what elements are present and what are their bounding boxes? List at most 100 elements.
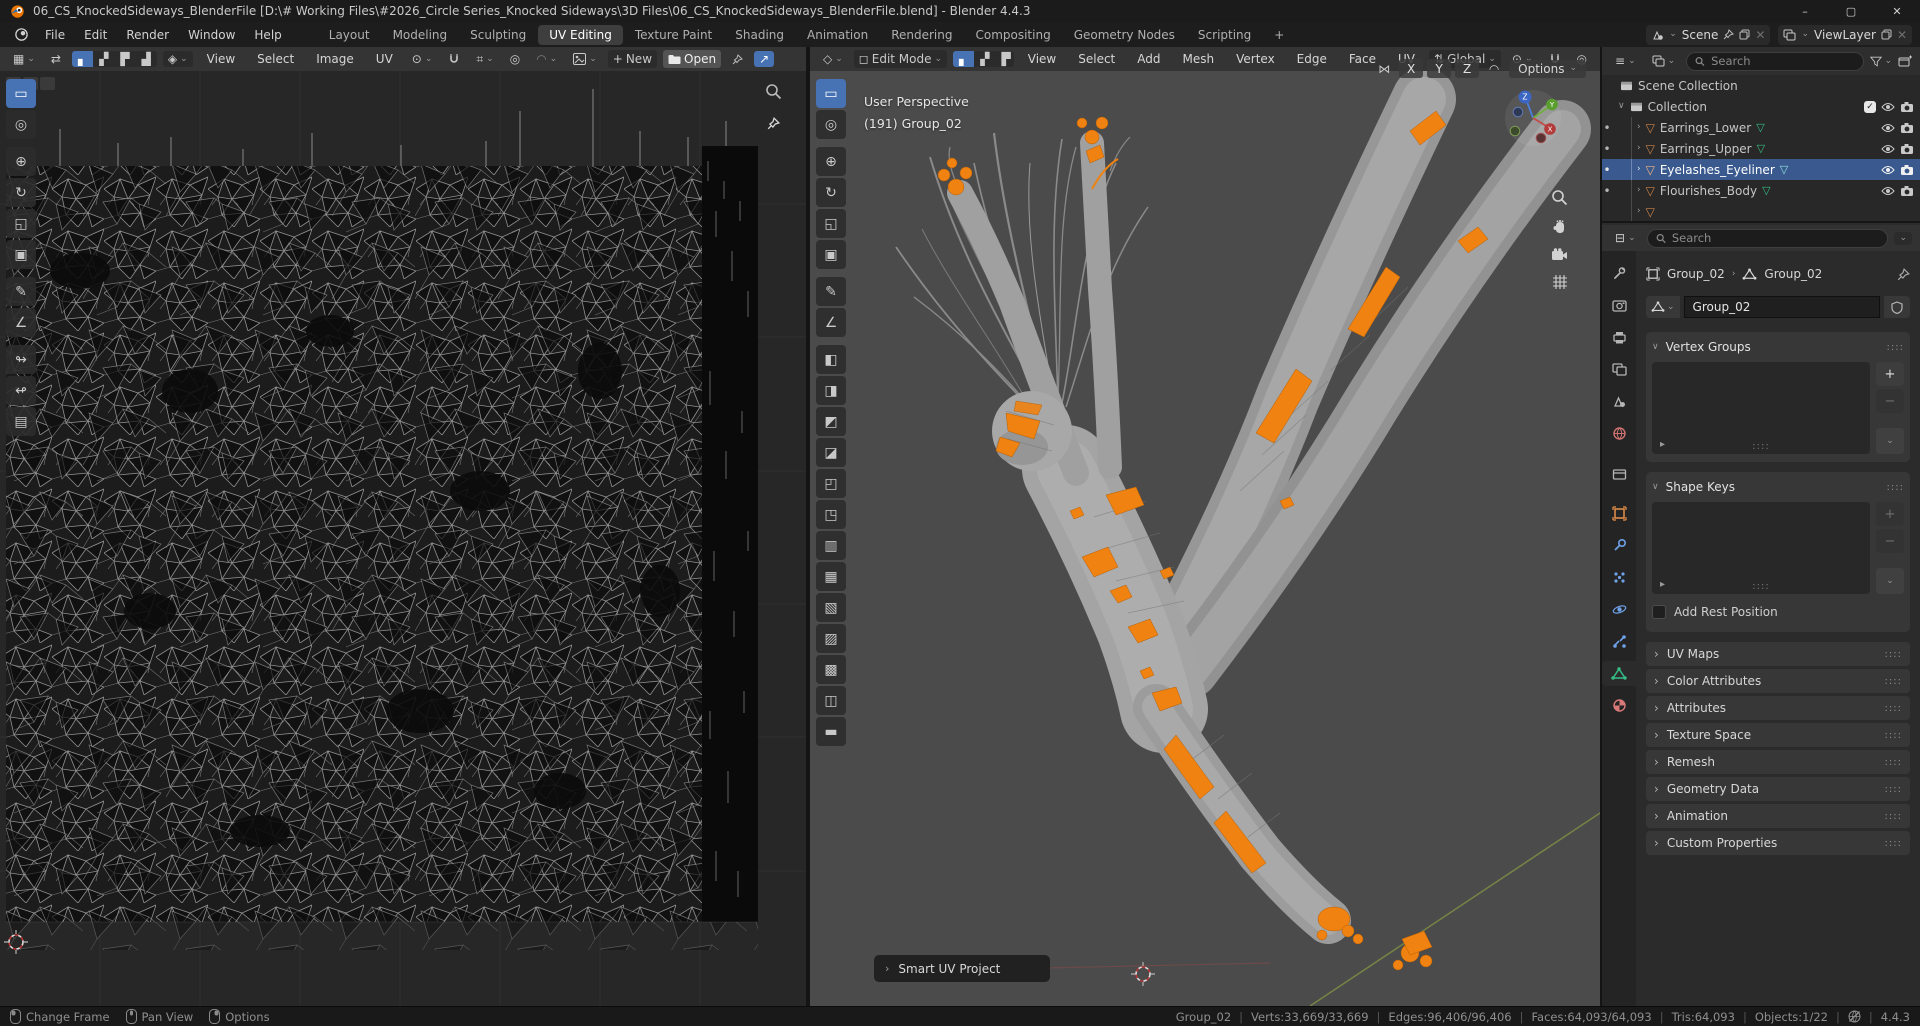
tab-uv-editing[interactable]: UV Editing (538, 24, 623, 45)
uv-tool-measure[interactable]: ∠ (6, 308, 36, 337)
drag-grip[interactable]: :::: (1885, 676, 1902, 687)
tool-smooth[interactable]: ▦ (816, 562, 846, 591)
camera-view-icon[interactable] (1551, 248, 1568, 261)
tab-object-data[interactable] (1602, 661, 1636, 686)
tab-modeling[interactable]: Modeling (382, 25, 459, 45)
tab-view-layer[interactable] (1602, 357, 1636, 382)
uv-tool-scale[interactable]: ◱ (6, 209, 36, 238)
remove-shape-key-button[interactable]: − (1876, 529, 1904, 553)
add-workspace-button[interactable]: + (1263, 25, 1295, 45)
tool-measure[interactable]: ∠ (816, 308, 846, 337)
outliner-search[interactable] (1686, 51, 1865, 71)
uv-menu-select[interactable]: Select (249, 50, 302, 68)
properties-search[interactable] (1646, 228, 1889, 248)
hide-eye-icon[interactable] (1881, 102, 1895, 112)
properties-options-button[interactable]: ⌄ (1894, 231, 1912, 245)
vp-menu-vertex[interactable]: Vertex (1228, 50, 1283, 68)
shape-keys-list[interactable]: ▸ :::: (1652, 502, 1870, 594)
menu-file[interactable]: File (36, 25, 74, 45)
drag-grip[interactable]: :::: (1885, 649, 1902, 660)
tab-render[interactable] (1602, 293, 1636, 318)
add-vertex-group-button[interactable]: + (1876, 362, 1904, 386)
viewport-canvas[interactable] (810, 71, 1600, 1006)
section-attributes[interactable]: › Attributes :::: (1646, 696, 1910, 720)
open-image-button[interactable]: Open (663, 50, 722, 68)
pin-icon[interactable] (1723, 29, 1735, 40)
section-color-attributes[interactable]: › Color Attributes :::: (1646, 669, 1910, 693)
drag-grip[interactable]: :::: (1887, 482, 1904, 493)
mesh-datablock-button[interactable]: ⌄ (1646, 296, 1680, 318)
tab-tool[interactable] (1602, 261, 1636, 286)
uv-tool-transform[interactable]: ▣ (6, 240, 36, 269)
disable-render-camera-icon[interactable] (1900, 164, 1914, 175)
editor-type-button[interactable]: ◇ ⌄ (818, 51, 848, 67)
mirror-x-button[interactable]: X (1399, 59, 1424, 78)
zoom-icon[interactable] (765, 83, 782, 103)
tab-constraints[interactable] (1602, 629, 1636, 654)
uv-tool-move[interactable]: ⊕ (6, 147, 36, 176)
display-mode-button[interactable]: ⌄ (1647, 53, 1681, 69)
list-expand-icon[interactable]: ▸ (1660, 579, 1665, 590)
uv-tool-annotate[interactable]: ✎ (6, 277, 36, 306)
uv-tool-rotate[interactable]: ↻ (6, 178, 36, 207)
tool-annotate[interactable]: ✎ (816, 277, 846, 306)
tab-texture-paint[interactable]: Texture Paint (624, 25, 723, 45)
tab-modifiers[interactable] (1602, 533, 1636, 558)
tool-extrude[interactable]: ◧ (816, 345, 846, 374)
snap-settings-button[interactable]: ⌗ ⌄ (471, 51, 498, 67)
shape-keys-header[interactable]: ∨ Shape Keys :::: (1652, 476, 1904, 498)
uv-island-select-button[interactable]: ▟ (136, 51, 157, 67)
menu-edit[interactable]: Edit (75, 25, 116, 45)
tool-shrink-fatten[interactable]: ▨ (816, 624, 846, 653)
hide-eye-icon[interactable] (1881, 165, 1895, 175)
list-resize-grip[interactable]: :::: (1752, 441, 1769, 452)
vp-menu-edge[interactable]: Edge (1289, 50, 1335, 68)
uv-vertex-select-button[interactable]: ▖ (71, 51, 94, 67)
editor-type-button[interactable]: ▦ ⌄ (8, 51, 40, 67)
vertex-group-specials-button[interactable]: ⌄ (1876, 428, 1904, 454)
uv-face-select-button[interactable]: ▛ (114, 51, 135, 67)
hide-eye-icon[interactable] (1881, 186, 1895, 196)
uv-menu-image[interactable]: Image (308, 50, 362, 68)
pivot-point-button[interactable]: ⊙ ⌄ (407, 51, 438, 67)
uv-menu-uv[interactable]: UV (368, 50, 401, 68)
tool-scale[interactable]: ◱ (816, 209, 846, 238)
expand-icon[interactable]: › (1637, 207, 1641, 216)
add-shape-key-button[interactable]: + (1876, 502, 1904, 526)
add-rest-position-checkbox[interactable] (1652, 605, 1666, 619)
section-animation[interactable]: › Animation :::: (1646, 804, 1910, 828)
drag-grip[interactable]: :::: (1885, 703, 1902, 714)
tab-geometry-nodes[interactable]: Geometry Nodes (1063, 25, 1186, 45)
uv-tool-grab[interactable]: ↬ (6, 345, 36, 374)
zoom-icon[interactable] (1551, 189, 1568, 206)
edge-select-mode-button[interactable]: ▞ (974, 51, 995, 67)
expand-icon[interactable]: › (1637, 144, 1641, 153)
uv-sync-toggle[interactable]: ⇄ (46, 51, 66, 67)
tool-cursor[interactable]: ◎ (816, 110, 846, 139)
drag-grip[interactable]: :::: (1885, 757, 1902, 768)
tab-world[interactable] (1602, 421, 1636, 446)
vertex-groups-header[interactable]: ∨ Vertex Groups :::: (1652, 336, 1904, 358)
uv-canvas[interactable] (0, 71, 806, 1006)
mirror-icon[interactable]: ⋈ (1373, 59, 1395, 78)
falloff-button[interactable]: ◠ ⌄ (531, 51, 562, 67)
pin-icon[interactable] (767, 116, 781, 133)
editor-type-button[interactable]: ≡ ⌄ (1610, 53, 1641, 69)
section-geometry-data[interactable]: › Geometry Data :::: (1646, 777, 1910, 801)
tool-move[interactable]: ⊕ (816, 147, 846, 176)
navigation-gizmo[interactable]: Z Y X (1504, 89, 1562, 147)
snap-toggle[interactable] (443, 51, 465, 67)
diagonal-arrows-icon[interactable]: ↗ (754, 51, 775, 67)
collection-row[interactable]: ∨ Collection ✓ (1602, 96, 1920, 117)
outliner-item-earrings-upper[interactable]: • › ▽ Earrings_Upper ▽ (1602, 138, 1920, 159)
collection-checkbox[interactable]: ✓ (1864, 100, 1876, 113)
disable-render-camera-icon[interactable] (1900, 185, 1914, 196)
proportional-edit-toggle[interactable]: ◎ (505, 51, 525, 67)
vp-menu-add[interactable]: Add (1129, 50, 1168, 68)
outliner-search-input[interactable] (1711, 54, 1856, 68)
falloff-icon[interactable]: ◠ (1483, 59, 1505, 78)
section-custom-properties[interactable]: › Custom Properties :::: (1646, 831, 1910, 855)
uv-tool-relax[interactable]: ↫ (6, 376, 36, 405)
copy-icon[interactable] (1739, 29, 1750, 40)
disable-render-camera-icon[interactable] (1900, 122, 1914, 133)
